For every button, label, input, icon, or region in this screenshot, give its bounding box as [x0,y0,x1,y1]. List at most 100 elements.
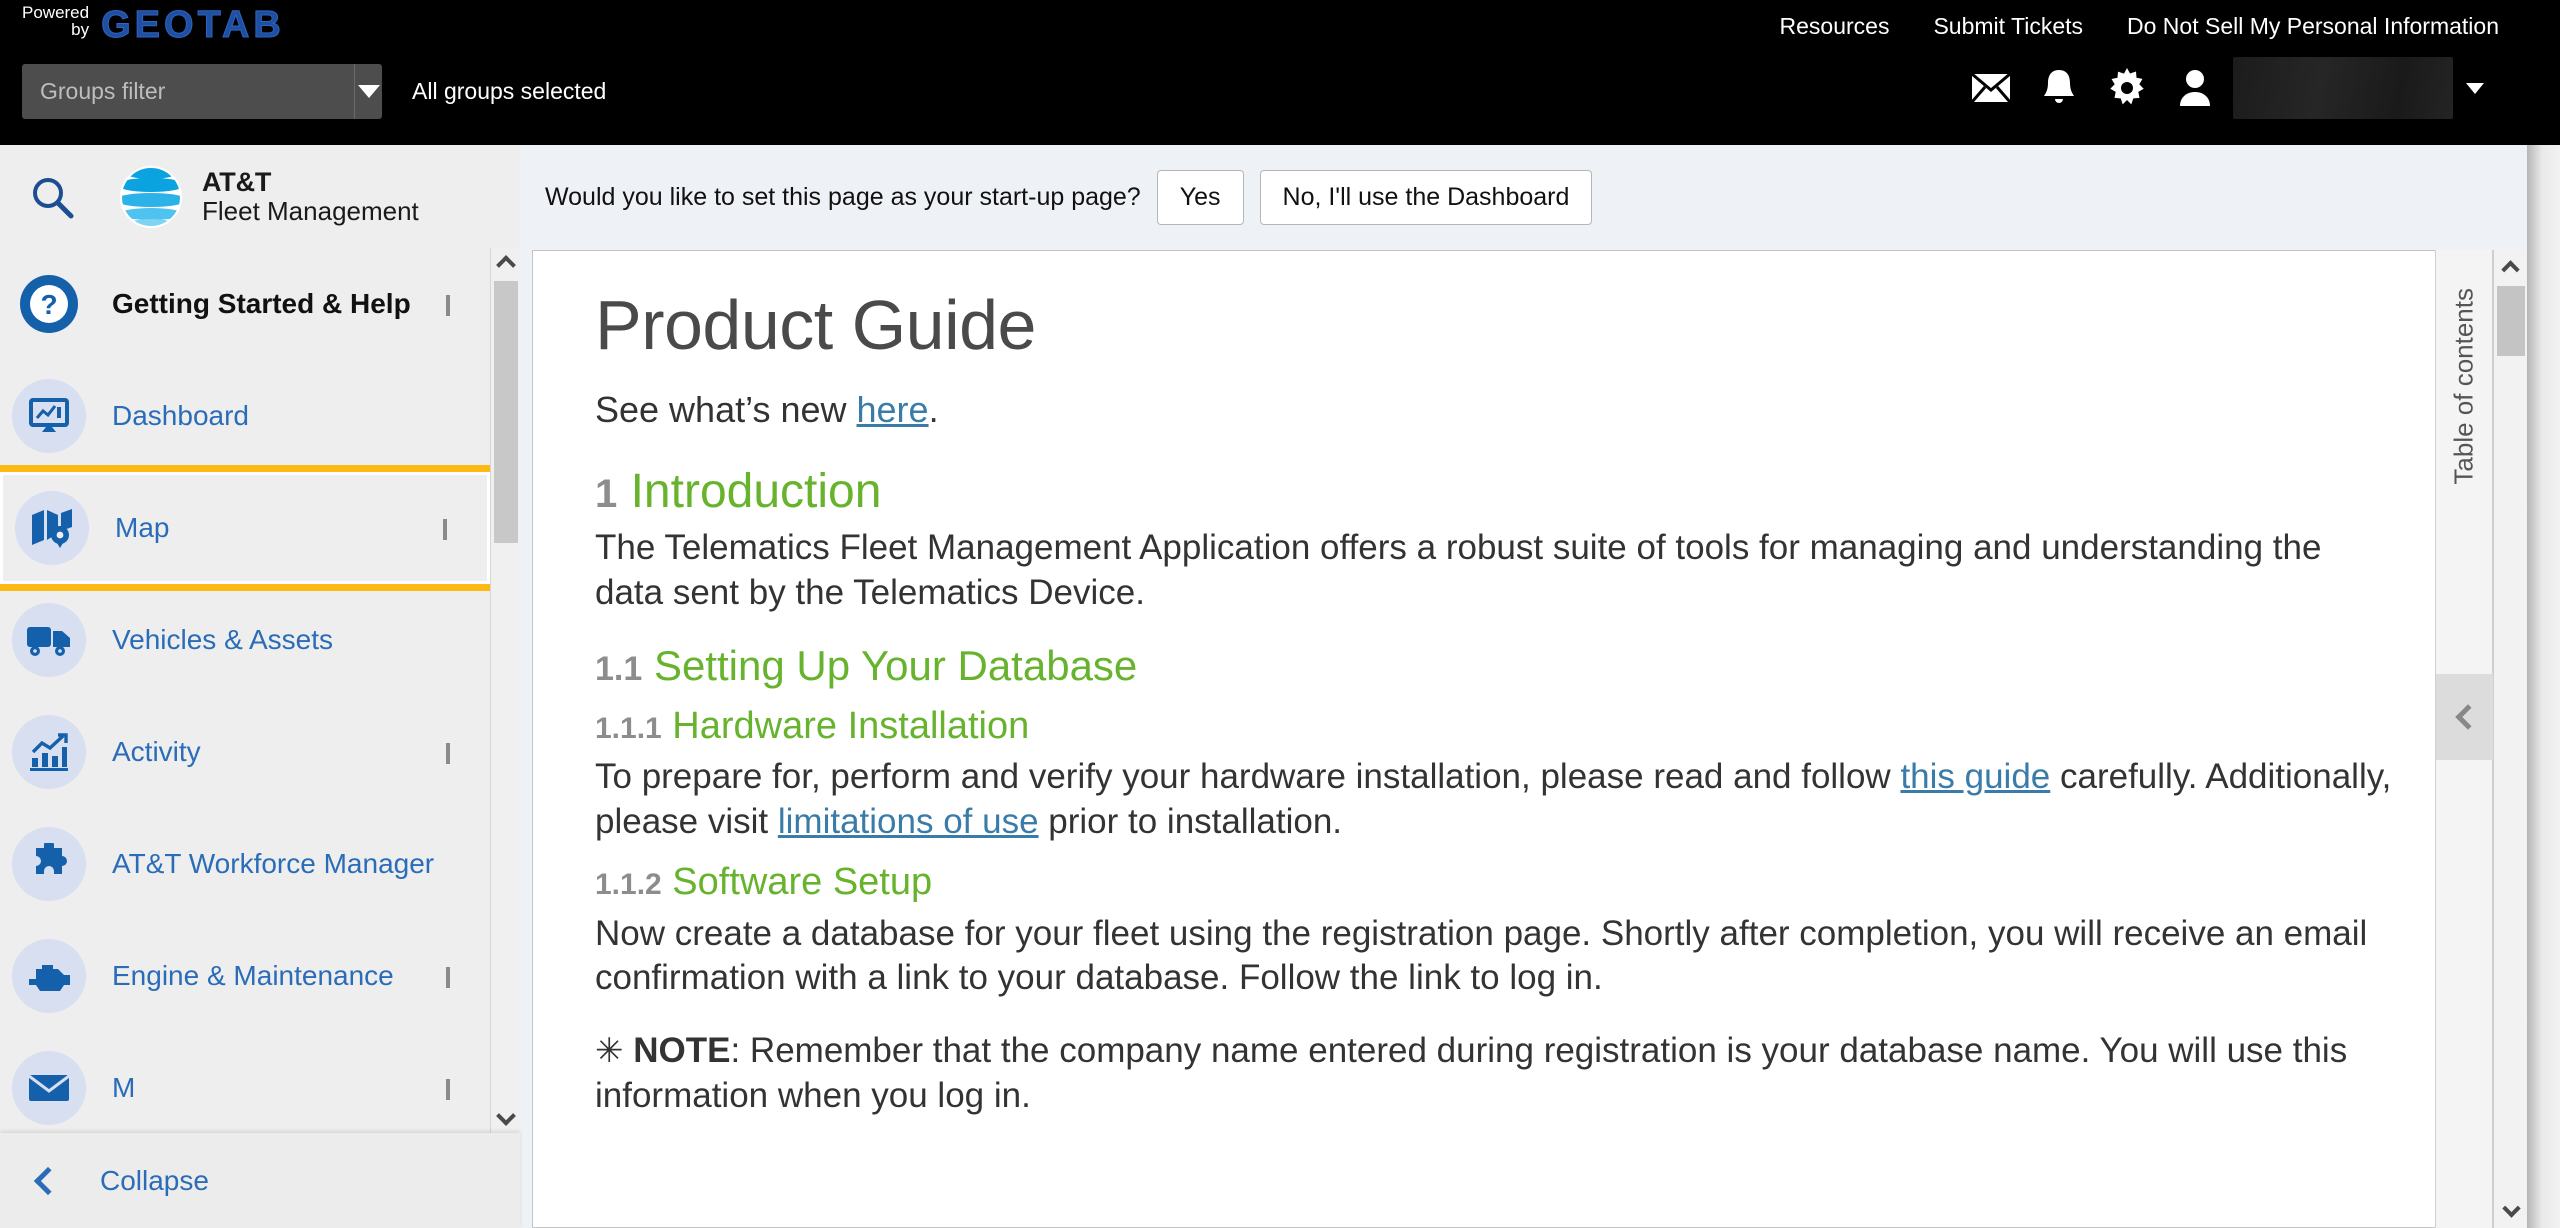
section-number: 1.1.2 [595,868,662,902]
limitations-of-use-link[interactable]: limitations of use [778,802,1039,841]
document-scroll-down-button[interactable] [2494,1194,2528,1228]
sidebar-item-label: Vehicles & Assets [112,624,334,655]
puzzle-icon-wrap [12,827,86,901]
sidebar-item-label: Engine & Maintenance [112,960,394,991]
sidebar-scroll-down-button[interactable] [491,1103,521,1133]
chevron-left-icon [2455,704,2481,730]
para-text-3: prior to installation. [1038,802,1343,842]
whats-new-prefix: See what’s new [595,388,857,430]
sidebar-item-vehicles-assets[interactable]: Vehicles & Assets [0,584,490,696]
page-scrollbar[interactable] [2527,0,2560,1228]
section-title: Software Setup [672,861,933,904]
note-label: NOTE [633,1031,731,1071]
att-brand: AT&T Fleet Management [118,164,419,230]
document-scroll-up-button[interactable] [2494,250,2527,284]
groups-filter-input[interactable] [22,63,354,119]
collapse-label: Collapse [100,1164,209,1196]
chevron-down-icon[interactable] [446,1079,450,1100]
note-paragraph: ✳ NOTE: Remember that the company name e… [595,1029,2399,1119]
account-menu-button[interactable] [2453,82,2497,94]
whats-new-link[interactable]: here [857,389,929,430]
dashboard-icon-wrap [12,379,86,453]
geotab-wordmark: GEOTAB [101,4,285,46]
sidebar-item-map[interactable]: Map [0,472,490,584]
product-guide-panel: Product Guide See what’s new here. 1 Int… [532,250,2462,1228]
notifications-button[interactable] [2025,59,2093,117]
chevron-down-icon[interactable] [446,295,450,316]
sidebar-scrollbar[interactable] [490,248,520,1133]
table-of-contents-label[interactable]: Table of contents [2449,288,2480,485]
whats-new-line: See what’s new here. [595,389,2399,431]
sidebar-item-workforce-manager[interactable]: AT&T Workforce Manager [0,808,490,920]
dashboard-icon [29,398,69,432]
groups-filter-dropdown-button[interactable] [354,63,382,119]
page-title: Product Guide [595,286,1036,364]
chevron-up-icon [495,255,516,275]
section-heading-setting-up-database: 1.1 Setting Up Your Database [595,642,2399,689]
att-globe-icon [120,165,182,228]
sidebar-scroll-up-button[interactable] [491,248,520,278]
startup-no-button[interactable]: No, I'll use the Dashboard [1259,170,1593,225]
sidebar-nav-list: ? Getting Started & Help Dashboard Map V… [0,248,490,1133]
sidebar-collapse-button[interactable]: Collapse [0,1133,520,1228]
sidebar-item-label: Activity [112,736,201,767]
top-link-resources[interactable]: Resources [1780,6,1890,46]
chevron-down-icon [2501,1199,2521,1218]
user-icon [2180,70,2210,106]
sidebar-scroll-thumb[interactable] [494,281,518,543]
whats-new-suffix: . [928,388,939,430]
asterisk-icon: ✳ [595,1032,624,1071]
sidebar-header: AT&T Fleet Management [0,145,520,248]
startup-yes-button[interactable]: Yes [1156,170,1244,225]
sidebar-item-messages[interactable]: M [0,1032,490,1133]
chevron-up-icon [2501,260,2520,279]
section-paragraph-introduction: The Telematics Fleet Management Applicat… [595,528,2322,613]
map-icon [32,509,72,548]
truck-icon [27,627,70,656]
header-icon-group [1957,55,2497,121]
table-of-contents-expand-button[interactable] [2436,674,2494,760]
app-window: Powered by GEOTAB Resources Submit Ticke… [0,0,2560,1228]
username-field[interactable] [2233,57,2453,119]
map-icon-wrap [15,491,89,565]
mail-icon [1971,73,2011,103]
svg-text:?: ? [40,289,57,320]
account-button[interactable] [2161,59,2229,117]
chevron-down-icon[interactable] [446,743,450,764]
sidebar-item-activity[interactable]: Activity [0,696,490,808]
note-text: : Remember that the company name entered… [595,1031,2348,1115]
mail-button[interactable] [1957,59,2025,117]
product-guide-content: Product Guide See what’s new here. 1 Int… [533,251,2461,1119]
sidebar-item-engine-maintenance[interactable]: Engine & Maintenance [0,920,490,1032]
groups-filter-row: All groups selected [0,58,606,124]
document-scroll-thumb[interactable] [2497,286,2525,356]
chevron-down-icon[interactable] [443,519,447,540]
top-header: Powered by GEOTAB Resources Submit Ticke… [0,0,2527,145]
sidebar-item-dashboard[interactable]: Dashboard [0,360,490,472]
this-guide-link[interactable]: this guide [1900,757,2050,796]
document-scrollbar[interactable] [2493,250,2527,1228]
section-title: Setting Up Your Database [653,641,1138,689]
section-heading-hardware-installation: 1.1.1 Hardware Installation [595,705,2399,748]
sidebar-item-getting-started[interactable]: ? Getting Started & Help [0,248,490,360]
top-nav-links: Resources Submit Tickets Do Not Sell My … [1780,6,2499,46]
sidebar-search-button[interactable] [14,159,90,235]
bell-icon [2044,70,2074,103]
top-link-do-not-sell[interactable]: Do Not Sell My Personal Information [2127,6,2499,46]
chevron-down-icon [496,1106,516,1126]
brand-line-1: AT&T [202,166,272,197]
startup-prompt-question: Would you like to set this page as your … [545,183,1141,211]
chart-icon-wrap [12,715,86,789]
settings-button[interactable] [2093,59,2161,117]
header-right-filler [2527,0,2560,145]
sidebar-item-label: Dashboard [112,400,249,431]
section-paragraph-software-setup: Now create a database for your fleet usi… [595,913,2368,998]
puzzle-icon [36,843,67,874]
top-link-submit-tickets[interactable]: Submit Tickets [1933,6,2083,46]
main-content: Would you like to set this page as your … [520,145,2527,1228]
chevron-down-icon[interactable] [446,967,450,988]
groups-filter[interactable] [22,63,382,119]
sidebar-item-label: Getting Started & Help [112,288,411,319]
section-heading-introduction: 1 Introduction [595,465,2399,519]
table-of-contents-rail[interactable]: Table of contents [2435,250,2494,1228]
